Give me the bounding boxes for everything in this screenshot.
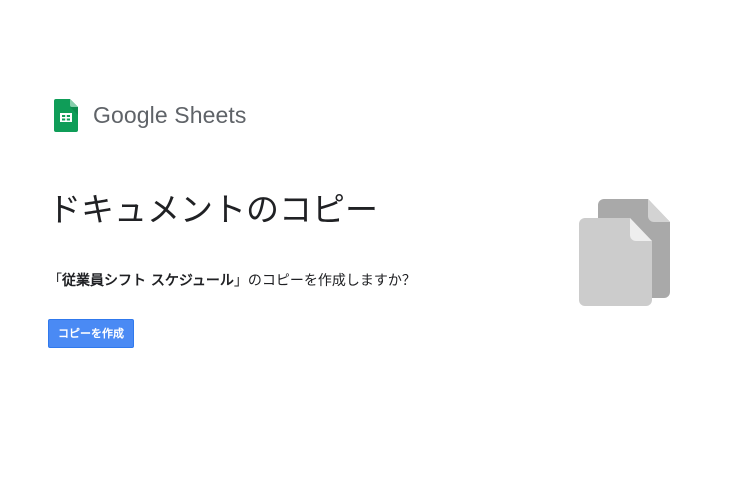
google-sheets-icon — [54, 98, 78, 132]
make-copy-button[interactable]: コピーを作成 — [48, 319, 134, 348]
prompt-close-quote: 」 — [233, 273, 248, 289]
prompt-suffix: のコピーを作成しますか？ — [247, 273, 416, 289]
document-name: 従業員シフト スケジュール — [62, 273, 234, 289]
copy-documents-icon — [579, 199, 670, 306]
prompt-open-quote: 「 — [48, 273, 62, 289]
page-title: ドキュメントのコピー — [48, 190, 378, 229]
copy-prompt: 「従業員シフト スケジュール」のコピーを作成しますか？ — [48, 270, 416, 292]
brand-header: Google Sheets — [54, 98, 246, 132]
brand-name: Google Sheets — [93, 102, 247, 128]
